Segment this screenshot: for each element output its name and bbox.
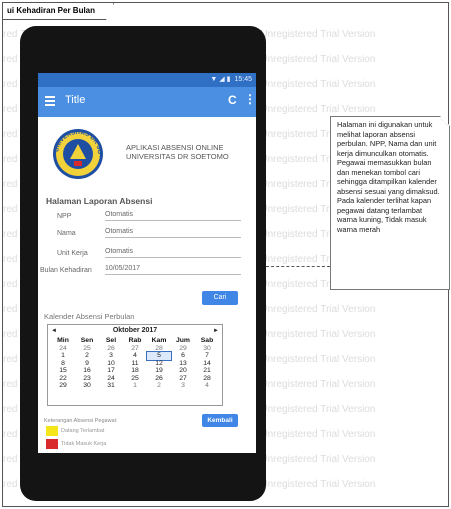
status-time: 15:45 [234,76,252,83]
phone-screen: ▼ ◢ ▮15:45 Title C ⋮ UNIVERSITAS DR SOET… [38,73,256,453]
university-logo: UNIVERSITAS DR SOETOMO [52,128,103,179]
note-text: Halaman ini digunakan untuk melihat lapo… [337,120,440,234]
calendar-day[interactable]: 1 [51,352,75,360]
calendar-day[interactable]: 31 [99,382,123,390]
prev-month-icon[interactable]: ◄ [51,325,57,337]
calendar-day[interactable]: 26 [99,345,123,353]
calendar-day[interactable]: 10 [99,360,123,368]
calendar-day[interactable]: 4 [195,382,219,390]
calendar-day[interactable]: 26 [147,375,171,383]
weekday-label: Sen [80,337,94,344]
refresh-icon[interactable]: C [228,93,237,107]
calendar-day[interactable]: 14 [195,360,219,368]
nama-label: Nama [57,230,76,237]
diagram-tab: ui Kehadiran Per Bulan [3,3,114,20]
calendar-day[interactable]: 13 [171,360,195,368]
weekday-label: Min [57,337,69,344]
calendar-day[interactable]: 28 [195,375,219,383]
back-button[interactable]: Kembali [202,414,238,427]
weekday-label: Rab [128,337,142,344]
calendar-day[interactable]: 18 [123,367,147,375]
unit-kerja-label: Unit Kerja [57,250,88,257]
calendar-day[interactable]: 11 [123,360,147,368]
more-options-icon[interactable]: ⋮ [244,92,256,106]
calendar-header: ◄ Oktober 2017 ► [48,325,222,337]
calendar-day[interactable]: 8 [51,360,75,368]
app-bar: Title C ⋮ [38,87,256,117]
calendar-day[interactable]: 29 [171,345,195,353]
legend-title: Keterangan Absensi Pegawai: [44,418,118,424]
calendar-day[interactable]: 20 [171,367,195,375]
search-button[interactable]: Cari [202,291,238,305]
calendar-day[interactable]: 22 [51,375,75,383]
calendar-day[interactable]: 4 [123,352,147,360]
npp-field[interactable]: Otomatis [105,210,241,221]
calendar-day[interactable]: 9 [75,360,99,368]
calendar-day[interactable]: 29 [51,382,75,390]
late-legend-label: Datang Terlambat [61,428,105,434]
calendar-day[interactable]: 12 [147,360,171,368]
hamburger-menu-icon[interactable] [45,96,55,108]
calendar-day[interactable]: 25 [75,345,99,353]
next-month-icon[interactable]: ► [213,325,219,337]
calendar: ◄ Oktober 2017 ► Min Sen Sel Rab Kam Jum… [47,324,223,406]
calendar-day[interactable]: 2 [147,382,171,390]
app-name: APLIKASI ABSENSI ONLINE UNIVERSITAS DR S… [126,143,229,161]
npp-label: NPP [57,213,72,220]
calendar-day-selected[interactable]: 5 [146,351,172,361]
calendar-day[interactable]: 6 [171,352,195,360]
absent-color-swatch [46,439,58,449]
calendar-day[interactable]: 25 [123,375,147,383]
unit-kerja-field[interactable]: Otomatis [105,247,241,258]
calendar-day[interactable]: 30 [195,345,219,353]
bulan-kehadiran-label: Bulan Kehadiran [40,267,92,274]
app-name-line1: APLIKASI ABSENSI ONLINE [126,143,224,152]
nama-field[interactable]: Otomatis [105,227,241,238]
calendar-day[interactable]: 30 [75,382,99,390]
calendar-day[interactable]: 16 [75,367,99,375]
calendar-day[interactable]: 1 [123,382,147,390]
weekday-label: Jum [176,337,190,344]
logo-ribbon [74,161,82,166]
calendar-grid: Min Sen Sel Rab Kam Jum Sab 24 25 26 27 … [48,337,222,390]
weekday-label: Kam [151,337,167,344]
calendar-day[interactable]: 27 [123,345,147,353]
calendar-day[interactable]: 27 [171,375,195,383]
calendar-day[interactable]: 21 [195,367,219,375]
calendar-month: Oktober 2017 [112,327,158,334]
calendar-day[interactable]: 19 [147,367,171,375]
report-section-title: Halaman Laporan Absensi [46,196,153,206]
note-box: Halaman ini digunakan untuk melihat lapo… [330,116,450,290]
weekday-label: Sab [200,337,214,344]
app-name-line2: UNIVERSITAS DR SOETOMO [126,152,229,161]
calendar-day[interactable]: 17 [99,367,123,375]
calendar-day[interactable]: 7 [195,352,219,360]
bulan-kehadiran-field[interactable]: 10/05/2017 [105,264,241,275]
status-icons: ▼ ◢ ▮ [210,76,231,83]
calendar-day[interactable]: 3 [99,352,123,360]
calendar-section-title: Kalender Absensi Perbulan [44,312,135,321]
weekday-label: Sel [105,337,117,344]
calendar-day[interactable]: 24 [99,375,123,383]
calendar-day[interactable]: 24 [51,345,75,353]
calendar-day[interactable]: 3 [171,382,195,390]
absent-legend-label: Tidak Masuk Kerja [61,441,107,447]
note-connector [266,266,330,267]
calendar-day[interactable]: 15 [51,367,75,375]
app-title: Title [65,94,86,106]
calendar-day[interactable]: 2 [75,352,99,360]
calendar-day[interactable]: 23 [75,375,99,383]
status-bar: ▼ ◢ ▮ 15:45 [38,73,256,87]
late-color-swatch [46,426,58,436]
calendar-day[interactable]: 28 [147,345,171,353]
